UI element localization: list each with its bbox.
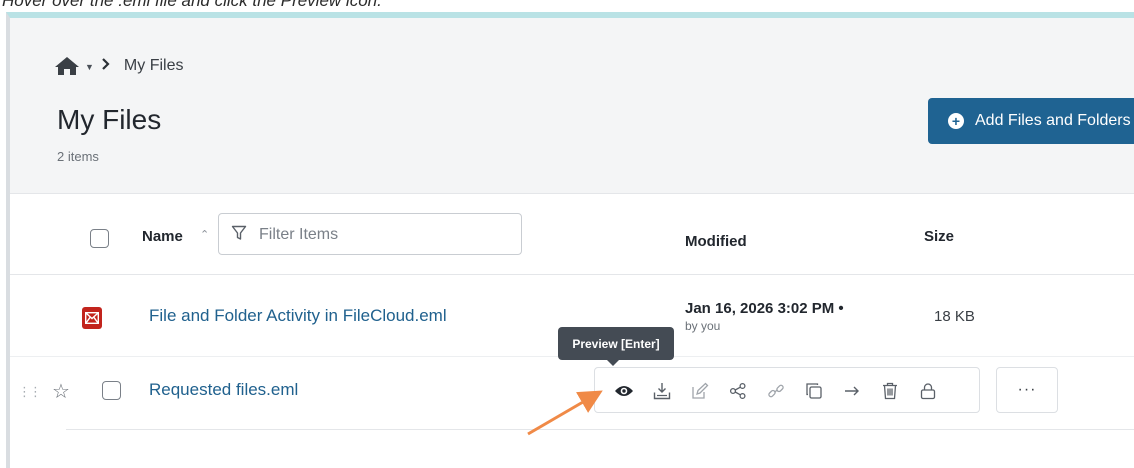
move-icon[interactable] <box>841 380 863 402</box>
select-all-checkbox[interactable] <box>90 229 109 248</box>
preview-tooltip: Preview [Enter] <box>558 327 674 366</box>
drag-handle-icon[interactable]: ⋮⋮ <box>18 384 42 400</box>
column-modified-header[interactable]: Modified <box>685 233 747 250</box>
filter-input[interactable] <box>257 222 511 248</box>
column-name-header[interactable]: Name <box>142 228 183 245</box>
preview-icon[interactable] <box>613 380 635 402</box>
link-icon[interactable] <box>765 380 787 402</box>
page-title: My Files <box>57 104 162 135</box>
item-count: 2 items <box>57 149 99 164</box>
share-icon[interactable] <box>727 380 749 402</box>
column-size-header[interactable]: Size <box>924 228 954 245</box>
star-icon[interactable]: ☆ <box>52 379 70 404</box>
email-file-icon <box>82 307 102 329</box>
breadcrumb-current[interactable]: My Files <box>124 57 184 75</box>
file-name-link[interactable]: Requested files.eml <box>149 380 298 400</box>
row-checkbox[interactable] <box>102 381 121 400</box>
filter-icon <box>231 225 247 246</box>
add-files-label: Add Files and Folders <box>975 112 1131 129</box>
more-actions-button[interactable]: ··· <box>996 367 1058 413</box>
download-icon[interactable] <box>651 380 673 402</box>
lock-icon[interactable] <box>917 380 939 402</box>
chevron-right-icon <box>101 57 110 76</box>
instruction-text: Hover over the .eml file and click the P… <box>2 0 382 10</box>
edit-icon[interactable] <box>689 380 711 402</box>
breadcrumb: ▼ My Files <box>54 56 183 76</box>
breadcrumb-dropdown-icon[interactable]: ▼ <box>85 62 94 72</box>
modified-by: by you <box>685 319 721 333</box>
file-manager-panel: ▼ My Files My Files 2 items + Add Files … <box>6 12 1134 468</box>
tooltip-arrow <box>607 360 619 366</box>
file-name-link[interactable]: File and Folder Activity in FileCloud.em… <box>149 306 447 326</box>
modified-date: Jan 16, 2026 3:02 PM • <box>685 300 844 317</box>
sort-ascending-icon[interactable]: ⌃ <box>200 228 209 241</box>
plus-circle-icon: + <box>948 113 964 129</box>
file-size: 18 KB <box>934 308 975 325</box>
filter-box[interactable] <box>218 213 522 255</box>
tooltip-text: Preview [Enter] <box>572 336 660 351</box>
home-icon[interactable] <box>54 56 80 76</box>
table-header: Name ⌃ Modified Size <box>10 194 1134 275</box>
add-files-button[interactable]: + Add Files and Folders <box>928 98 1134 144</box>
copy-icon[interactable] <box>803 380 825 402</box>
row-divider <box>66 429 1134 430</box>
row-action-toolbar <box>594 367 980 413</box>
delete-icon[interactable] <box>879 380 901 402</box>
page-header: ▼ My Files My Files 2 items + Add Files … <box>10 18 1134 194</box>
